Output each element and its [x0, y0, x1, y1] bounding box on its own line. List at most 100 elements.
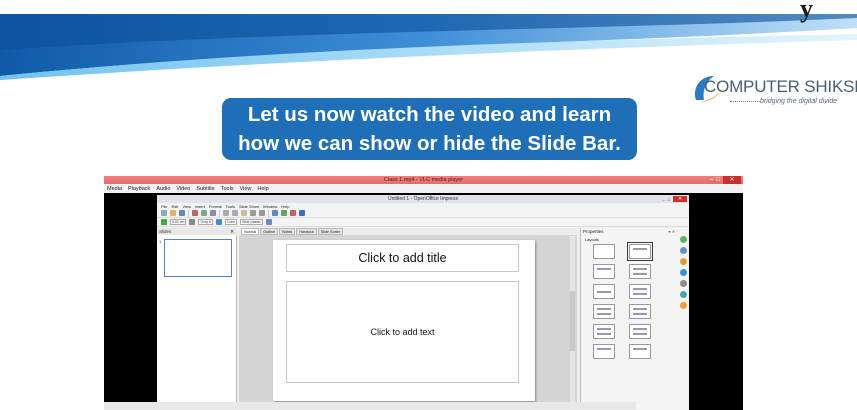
line-style-icon[interactable]: [161, 219, 167, 225]
oo-close-icon[interactable]: ✕: [673, 196, 687, 202]
layout-title-content-over[interactable]: [629, 304, 651, 319]
text-placeholder[interactable]: Click to add text: [286, 281, 519, 383]
navigator-icon[interactable]: [290, 210, 296, 216]
styles-icon[interactable]: [679, 280, 687, 287]
tab-slide-sorter[interactable]: Slide Sorter: [317, 228, 344, 235]
properties-deck-icon[interactable]: [679, 236, 687, 243]
instruction-line-1: Let us now watch the video and learn: [247, 103, 612, 126]
vlc-menu-tools[interactable]: Tools: [221, 186, 234, 192]
oo-menu-format[interactable]: Format: [209, 204, 222, 209]
oo-window-controls: – □ ✕: [662, 195, 687, 203]
toolbar-separator: [268, 209, 269, 217]
layout-title-4content[interactable]: [593, 324, 615, 339]
oo-titlebar: Untitled 1 - OpenOffice Impress: [157, 195, 689, 203]
custom-animation-icon[interactable]: [679, 258, 687, 265]
layout-blank[interactable]: [593, 244, 615, 259]
title-placeholder[interactable]: Click to add title: [286, 244, 519, 272]
layout-vertical-title[interactable]: [593, 344, 615, 359]
vlc-menu-audio[interactable]: Audio: [156, 186, 170, 192]
close-icon[interactable]: ✕: [723, 176, 741, 184]
vlc-player-window: Class 1.mp4 - VLC media player – □ ✕ Med…: [104, 176, 743, 410]
openoffice-impress-window: Untitled 1 - OpenOffice Impress – □ ✕ Fi…: [157, 195, 689, 410]
fill-color-select[interactable]: Blue classic: [240, 219, 263, 225]
chart-icon[interactable]: [272, 210, 278, 216]
oo-maximize-icon[interactable]: □: [668, 197, 670, 202]
tab-outline[interactable]: Outline: [260, 228, 279, 235]
oo-menu-tools[interactable]: Tools: [226, 204, 235, 209]
layout-vertical-text[interactable]: [629, 344, 651, 359]
oo-menu-edit[interactable]: Edit: [171, 204, 178, 209]
slides-pane: Slides ✕ 1: [157, 228, 237, 410]
properties-menu-icon[interactable]: ▾ ✕: [669, 229, 675, 234]
oo-menu-insert[interactable]: Insert: [195, 204, 205, 209]
oo-menu-file[interactable]: File: [161, 204, 167, 209]
cut-icon[interactable]: [223, 210, 229, 216]
slide-thumbnail-number: 1: [159, 239, 162, 244]
gallery-icon[interactable]: [679, 291, 687, 298]
shadow-icon[interactable]: [265, 219, 272, 225]
scrollbar-thumb[interactable]: [570, 291, 575, 351]
line-color-icon[interactable]: [189, 219, 196, 225]
sidebar-deck-icons: [678, 236, 688, 309]
tab-handout[interactable]: Handout: [296, 228, 317, 235]
vertical-scrollbar[interactable]: [570, 236, 575, 408]
vlc-menu-help[interactable]: Help: [257, 186, 268, 192]
oo-menu-view[interactable]: View: [182, 204, 191, 209]
tab-normal[interactable]: Normal: [241, 228, 260, 235]
copy-icon[interactable]: [232, 210, 238, 216]
layout-title-2col[interactable]: [629, 264, 651, 279]
help-icon[interactable]: [299, 210, 305, 216]
vlc-menu-subtitle[interactable]: Subtitle: [196, 186, 214, 192]
tab-notes[interactable]: Notes: [279, 228, 296, 235]
paste-icon[interactable]: [241, 210, 247, 216]
layout-title-6content[interactable]: [629, 324, 651, 339]
properties-pane: Properties ▾ ✕ Layouts: [580, 228, 689, 410]
minimize-icon[interactable]: –: [710, 176, 713, 184]
slide-transition-icon[interactable]: [679, 269, 687, 276]
oo-minimize-icon[interactable]: –: [662, 197, 664, 202]
open-icon[interactable]: [170, 210, 176, 216]
slide-thumbnail[interactable]: [164, 239, 232, 277]
layout-title-only[interactable]: [593, 264, 615, 279]
oo-menu-help[interactable]: Help: [281, 204, 289, 209]
print-icon[interactable]: [201, 210, 207, 216]
pdf-icon[interactable]: [192, 210, 198, 216]
toolbar-separator: [188, 209, 189, 217]
line-color-select[interactable]: Gray 6: [198, 219, 213, 225]
vlc-menubar: Media Playback Audio Video Subtitle Tool…: [104, 184, 743, 193]
navigator-deck-icon[interactable]: [679, 302, 687, 309]
header-glyph: y: [800, 0, 813, 23]
instruction-box: Let us now watch the video and learn how…: [222, 98, 637, 160]
drawing-toolbar[interactable]: [104, 402, 636, 410]
new-icon[interactable]: [161, 210, 167, 216]
table-icon[interactable]: [281, 210, 287, 216]
oo-menu-window[interactable]: Window: [263, 204, 277, 209]
layout-title-2content[interactable]: [593, 304, 615, 319]
redo-icon[interactable]: [259, 210, 265, 216]
layouts-section-label[interactable]: Layouts: [585, 237, 599, 242]
standard-toolbar: [157, 209, 689, 218]
fill-icon[interactable]: [215, 219, 222, 225]
vlc-menu-media[interactable]: Media: [107, 186, 122, 192]
master-pages-icon[interactable]: [679, 247, 687, 254]
slides-pane-header: Slides: [157, 228, 237, 235]
undo-icon[interactable]: [250, 210, 256, 216]
vlc-menu-playback[interactable]: Playback: [128, 186, 150, 192]
logo-tagline: bridging the digital divide: [760, 98, 838, 105]
spellcheck-icon[interactable]: [210, 210, 216, 216]
layout-title-content[interactable]: [627, 242, 653, 261]
instruction-line-2: how we can show or hide the Slide Bar.: [238, 132, 621, 155]
layout-centered-text[interactable]: [593, 284, 615, 299]
slides-pane-close-icon[interactable]: ✕: [230, 228, 234, 235]
logo-dotted-line: [730, 101, 760, 102]
vlc-menu-video[interactable]: Video: [176, 186, 190, 192]
oo-menu-slideshow[interactable]: Slide Show: [239, 204, 259, 209]
maximize-icon[interactable]: □: [716, 176, 720, 184]
slide-canvas: Click to add title Click to add text: [273, 240, 535, 401]
save-icon[interactable]: [179, 210, 185, 216]
fill-type-select[interactable]: Color: [224, 219, 238, 225]
line-width-field[interactable]: 0.00 cm: [170, 219, 187, 225]
layout-title-content-2[interactable]: [629, 284, 651, 299]
computer-shiksha-logo: COMPUTER SHIKSHA bridging the digital di…: [690, 72, 857, 112]
vlc-menu-view[interactable]: View: [240, 186, 252, 192]
